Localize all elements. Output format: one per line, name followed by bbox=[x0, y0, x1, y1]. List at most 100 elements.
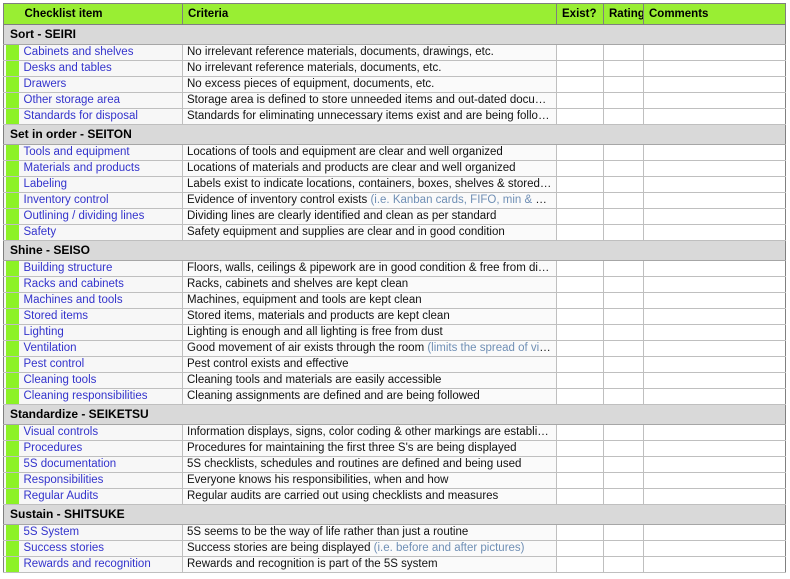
exist-input-cell[interactable] bbox=[556, 388, 604, 405]
exist-input-cell[interactable] bbox=[556, 324, 604, 341]
exist-input-cell[interactable] bbox=[556, 60, 604, 77]
column-header-criteria: Criteria bbox=[182, 3, 557, 25]
exist-input-cell[interactable] bbox=[556, 92, 604, 109]
exist-input-cell[interactable] bbox=[556, 540, 604, 557]
rating-input-cell[interactable] bbox=[603, 292, 644, 309]
rating-input-cell[interactable] bbox=[603, 224, 644, 241]
row-marker-cell bbox=[3, 92, 20, 109]
rating-input-cell[interactable] bbox=[603, 472, 644, 489]
exist-input-cell[interactable] bbox=[556, 456, 604, 473]
comments-input-cell[interactable] bbox=[643, 176, 786, 193]
comments-input-cell[interactable] bbox=[643, 276, 786, 293]
comments-input-cell[interactable] bbox=[643, 208, 786, 225]
rating-input-cell[interactable] bbox=[603, 108, 644, 125]
criteria-main-text: Stored items, materials and products are… bbox=[187, 310, 450, 322]
exist-input-cell[interactable] bbox=[556, 192, 604, 209]
table-row: Racks and cabinets Racks, cabinets and sh… bbox=[3, 276, 786, 293]
comments-input-cell[interactable] bbox=[643, 456, 786, 473]
rating-input-cell[interactable] bbox=[603, 276, 644, 293]
comments-input-cell[interactable] bbox=[643, 292, 786, 309]
comments-input-cell[interactable] bbox=[643, 192, 786, 209]
rating-input-cell[interactable] bbox=[603, 60, 644, 77]
comments-input-cell[interactable] bbox=[643, 424, 786, 441]
exist-input-cell[interactable] bbox=[556, 224, 604, 241]
rating-input-cell[interactable] bbox=[603, 44, 644, 61]
exist-input-cell[interactable] bbox=[556, 144, 604, 161]
exist-input-cell[interactable] bbox=[556, 176, 604, 193]
exist-input-cell[interactable] bbox=[556, 372, 604, 389]
rating-input-cell[interactable] bbox=[603, 488, 644, 505]
rating-input-cell[interactable] bbox=[603, 556, 644, 573]
comments-input-cell[interactable] bbox=[643, 160, 786, 177]
comments-input-cell[interactable] bbox=[643, 488, 786, 505]
exist-input-cell[interactable] bbox=[556, 424, 604, 441]
exist-input-cell[interactable] bbox=[556, 488, 604, 505]
comments-input-cell[interactable] bbox=[643, 524, 786, 541]
checklist-item-label: Success stories bbox=[19, 540, 183, 557]
exist-input-cell[interactable] bbox=[556, 356, 604, 373]
exist-input-cell[interactable] bbox=[556, 160, 604, 177]
exist-input-cell[interactable] bbox=[556, 208, 604, 225]
comments-input-cell[interactable] bbox=[643, 440, 786, 457]
green-square-icon bbox=[6, 193, 19, 208]
rating-input-cell[interactable] bbox=[603, 440, 644, 457]
comments-input-cell[interactable] bbox=[643, 224, 786, 241]
comments-input-cell[interactable] bbox=[643, 356, 786, 373]
rating-input-cell[interactable] bbox=[603, 524, 644, 541]
exist-input-cell[interactable] bbox=[556, 472, 604, 489]
comments-input-cell[interactable] bbox=[643, 108, 786, 125]
rating-input-cell[interactable] bbox=[603, 176, 644, 193]
table-row: Drawers No excess pieces of equipment, do… bbox=[3, 76, 786, 93]
rating-input-cell[interactable] bbox=[603, 356, 644, 373]
rating-input-cell[interactable] bbox=[603, 424, 644, 441]
checklist-item-label: Racks and cabinets bbox=[19, 276, 183, 293]
comments-input-cell[interactable] bbox=[643, 92, 786, 109]
exist-input-cell[interactable] bbox=[556, 44, 604, 61]
comments-input-cell[interactable] bbox=[643, 144, 786, 161]
criteria-main-text: Safety equipment and supplies are clear … bbox=[187, 226, 505, 238]
comments-input-cell[interactable] bbox=[643, 372, 786, 389]
exist-input-cell[interactable] bbox=[556, 524, 604, 541]
rating-input-cell[interactable] bbox=[603, 388, 644, 405]
rating-input-cell[interactable] bbox=[603, 540, 644, 557]
exist-input-cell[interactable] bbox=[556, 260, 604, 277]
comments-input-cell[interactable] bbox=[643, 388, 786, 405]
comments-input-cell[interactable] bbox=[643, 324, 786, 341]
comments-input-cell[interactable] bbox=[643, 260, 786, 277]
rating-input-cell[interactable] bbox=[603, 456, 644, 473]
rating-input-cell[interactable] bbox=[603, 144, 644, 161]
comments-input-cell[interactable] bbox=[643, 556, 786, 573]
comments-input-cell[interactable] bbox=[643, 308, 786, 325]
comments-input-cell[interactable] bbox=[643, 540, 786, 557]
comments-input-cell[interactable] bbox=[643, 44, 786, 61]
comments-input-cell[interactable] bbox=[643, 340, 786, 357]
exist-input-cell[interactable] bbox=[556, 276, 604, 293]
rating-input-cell[interactable] bbox=[603, 372, 644, 389]
criteria-main-text: No excess pieces of equipment, documents… bbox=[187, 78, 435, 90]
rating-input-cell[interactable] bbox=[603, 308, 644, 325]
exist-input-cell[interactable] bbox=[556, 108, 604, 125]
exist-input-cell[interactable] bbox=[556, 556, 604, 573]
rating-input-cell[interactable] bbox=[603, 160, 644, 177]
rating-input-cell[interactable] bbox=[603, 208, 644, 225]
comments-input-cell[interactable] bbox=[643, 76, 786, 93]
exist-input-cell[interactable] bbox=[556, 308, 604, 325]
comments-input-cell[interactable] bbox=[643, 60, 786, 77]
rating-input-cell[interactable] bbox=[603, 260, 644, 277]
rating-input-cell[interactable] bbox=[603, 192, 644, 209]
rating-input-cell[interactable] bbox=[603, 340, 644, 357]
checklist-item-label: Outlining / dividing lines bbox=[19, 208, 183, 225]
rating-input-cell[interactable] bbox=[603, 324, 644, 341]
exist-input-cell[interactable] bbox=[556, 340, 604, 357]
exist-input-cell[interactable] bbox=[556, 292, 604, 309]
exist-input-cell[interactable] bbox=[556, 440, 604, 457]
green-square-icon bbox=[6, 557, 19, 572]
rating-input-cell[interactable] bbox=[603, 76, 644, 93]
exist-input-cell[interactable] bbox=[556, 76, 604, 93]
table-row: Lighting Lighting is enough and all light… bbox=[3, 324, 786, 341]
rating-input-cell[interactable] bbox=[603, 92, 644, 109]
comments-input-cell[interactable] bbox=[643, 472, 786, 489]
checklist-item-label: Drawers bbox=[19, 76, 183, 93]
section-title: Shine - SEISO bbox=[3, 240, 786, 261]
criteria-text: Procedures for maintaining the first thr… bbox=[182, 440, 557, 457]
